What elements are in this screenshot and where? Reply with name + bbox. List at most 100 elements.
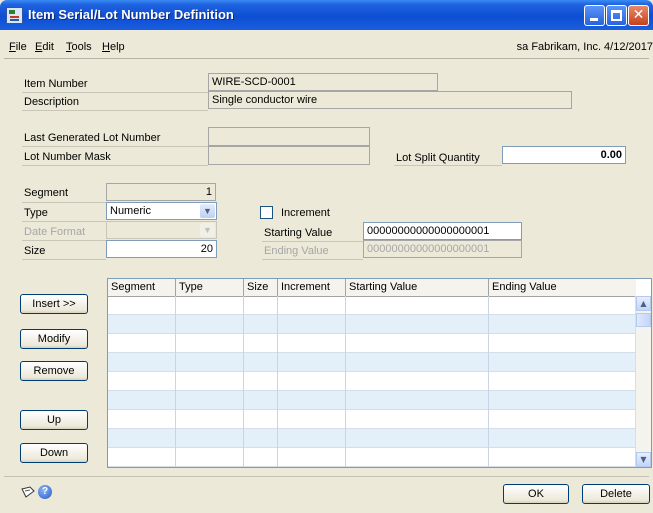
table-cell[interactable]	[176, 448, 244, 467]
table-cell[interactable]	[489, 353, 636, 372]
table-cell[interactable]	[176, 410, 244, 429]
table-cell[interactable]	[108, 353, 176, 372]
scroll-down-icon[interactable]: ▼	[636, 452, 651, 467]
table-cell[interactable]	[244, 429, 278, 448]
table-cell[interactable]	[278, 372, 346, 391]
insert-button[interactable]: Insert >>	[20, 294, 88, 314]
table-cell[interactable]	[244, 410, 278, 429]
table-cell[interactable]	[244, 391, 278, 410]
table-cell[interactable]	[346, 448, 489, 467]
table-cell[interactable]	[108, 448, 176, 467]
table-cell[interactable]	[176, 296, 244, 315]
table-cell[interactable]	[108, 391, 176, 410]
table-cell[interactable]	[278, 353, 346, 372]
table-cell[interactable]	[346, 410, 489, 429]
table-cell[interactable]	[176, 353, 244, 372]
modify-button[interactable]: Modify	[20, 329, 88, 349]
table-row[interactable]	[108, 296, 636, 315]
segment-number-field[interactable]: 1	[106, 183, 216, 201]
close-button[interactable]: ✕	[628, 5, 649, 26]
lot-number-mask-field[interactable]	[208, 146, 370, 165]
table-cell[interactable]	[489, 410, 636, 429]
table-cell[interactable]	[108, 372, 176, 391]
delete-button[interactable]: Delete	[582, 484, 650, 504]
table-cell[interactable]	[489, 334, 636, 353]
table-cell[interactable]	[346, 372, 489, 391]
date-format-dropdown[interactable]: ▼	[106, 221, 217, 239]
scroll-up-icon[interactable]: ▲	[636, 296, 651, 311]
type-dropdown[interactable]: Numeric ▼	[106, 202, 217, 220]
menu-help[interactable]: Help	[102, 41, 125, 53]
size-field[interactable]: 20	[106, 240, 217, 258]
chevron-down-icon[interactable]: ▼	[200, 223, 215, 237]
scroll-thumb[interactable]	[636, 313, 651, 327]
table-row[interactable]	[108, 372, 636, 391]
minimize-button[interactable]	[584, 5, 605, 26]
table-cell[interactable]	[278, 334, 346, 353]
table-row[interactable]	[108, 429, 636, 448]
table-cell[interactable]	[176, 315, 244, 334]
lot-split-quantity-field[interactable]: 0.00	[502, 146, 626, 164]
table-cell[interactable]	[278, 391, 346, 410]
menu-edit[interactable]: Edit	[35, 41, 54, 53]
table-cell[interactable]	[489, 391, 636, 410]
table-cell[interactable]	[489, 429, 636, 448]
table-cell[interactable]	[489, 315, 636, 334]
table-cell[interactable]	[108, 429, 176, 448]
ok-button[interactable]: OK	[503, 484, 569, 504]
starting-value-field[interactable]: 00000000000000000001	[363, 222, 522, 240]
table-cell[interactable]	[176, 334, 244, 353]
table-cell[interactable]	[489, 448, 636, 467]
down-button[interactable]: Down	[20, 443, 88, 463]
column-header-type[interactable]: Type	[176, 279, 244, 296]
table-cell[interactable]	[346, 353, 489, 372]
table-cell[interactable]	[346, 391, 489, 410]
title-bar[interactable]: Item Serial/Lot Number Definition ✕	[0, 0, 653, 30]
table-cell[interactable]	[108, 410, 176, 429]
table-cell[interactable]	[489, 372, 636, 391]
ending-value-field[interactable]: 00000000000000000001	[363, 240, 522, 258]
table-cell[interactable]	[346, 315, 489, 334]
menu-file[interactable]: File	[9, 41, 27, 53]
column-header-starting-value[interactable]: Starting Value	[346, 279, 489, 296]
increment-checkbox[interactable]	[260, 206, 273, 219]
segments-grid[interactable]: Segment Type Size Increment Starting Val…	[107, 278, 652, 468]
table-row[interactable]	[108, 391, 636, 410]
column-header-increment[interactable]: Increment	[278, 279, 346, 296]
column-header-size[interactable]: Size	[244, 279, 278, 296]
table-cell[interactable]	[278, 410, 346, 429]
item-number-field[interactable]: WIRE-SCD-0001	[208, 73, 438, 91]
table-cell[interactable]	[244, 315, 278, 334]
table-cell[interactable]	[176, 372, 244, 391]
table-cell[interactable]	[278, 448, 346, 467]
table-cell[interactable]	[244, 448, 278, 467]
table-cell[interactable]	[346, 296, 489, 315]
column-header-ending-value[interactable]: Ending Value	[489, 279, 636, 296]
table-cell[interactable]	[176, 429, 244, 448]
grid-vertical-scrollbar[interactable]: ▲ ▼	[635, 296, 651, 467]
table-cell[interactable]	[244, 334, 278, 353]
up-button[interactable]: Up	[20, 410, 88, 430]
table-cell[interactable]	[278, 296, 346, 315]
table-cell[interactable]	[108, 315, 176, 334]
table-cell[interactable]	[176, 391, 244, 410]
maximize-button[interactable]	[606, 5, 627, 26]
chevron-down-icon[interactable]: ▼	[200, 204, 215, 218]
description-field[interactable]: Single conductor wire	[208, 91, 572, 109]
note-icon[interactable]	[21, 486, 35, 498]
table-cell[interactable]	[244, 353, 278, 372]
table-cell[interactable]	[346, 429, 489, 448]
menu-tools[interactable]: Tools	[66, 41, 92, 53]
table-cell[interactable]	[278, 429, 346, 448]
table-row[interactable]	[108, 448, 636, 467]
table-cell[interactable]	[244, 296, 278, 315]
table-row[interactable]	[108, 334, 636, 353]
table-cell[interactable]	[489, 296, 636, 315]
last-generated-lot-field[interactable]	[208, 127, 370, 146]
table-row[interactable]	[108, 353, 636, 372]
table-row[interactable]	[108, 315, 636, 334]
table-cell[interactable]	[278, 315, 346, 334]
table-cell[interactable]	[346, 334, 489, 353]
column-header-segment[interactable]: Segment	[108, 279, 176, 296]
remove-button[interactable]: Remove	[20, 361, 88, 381]
